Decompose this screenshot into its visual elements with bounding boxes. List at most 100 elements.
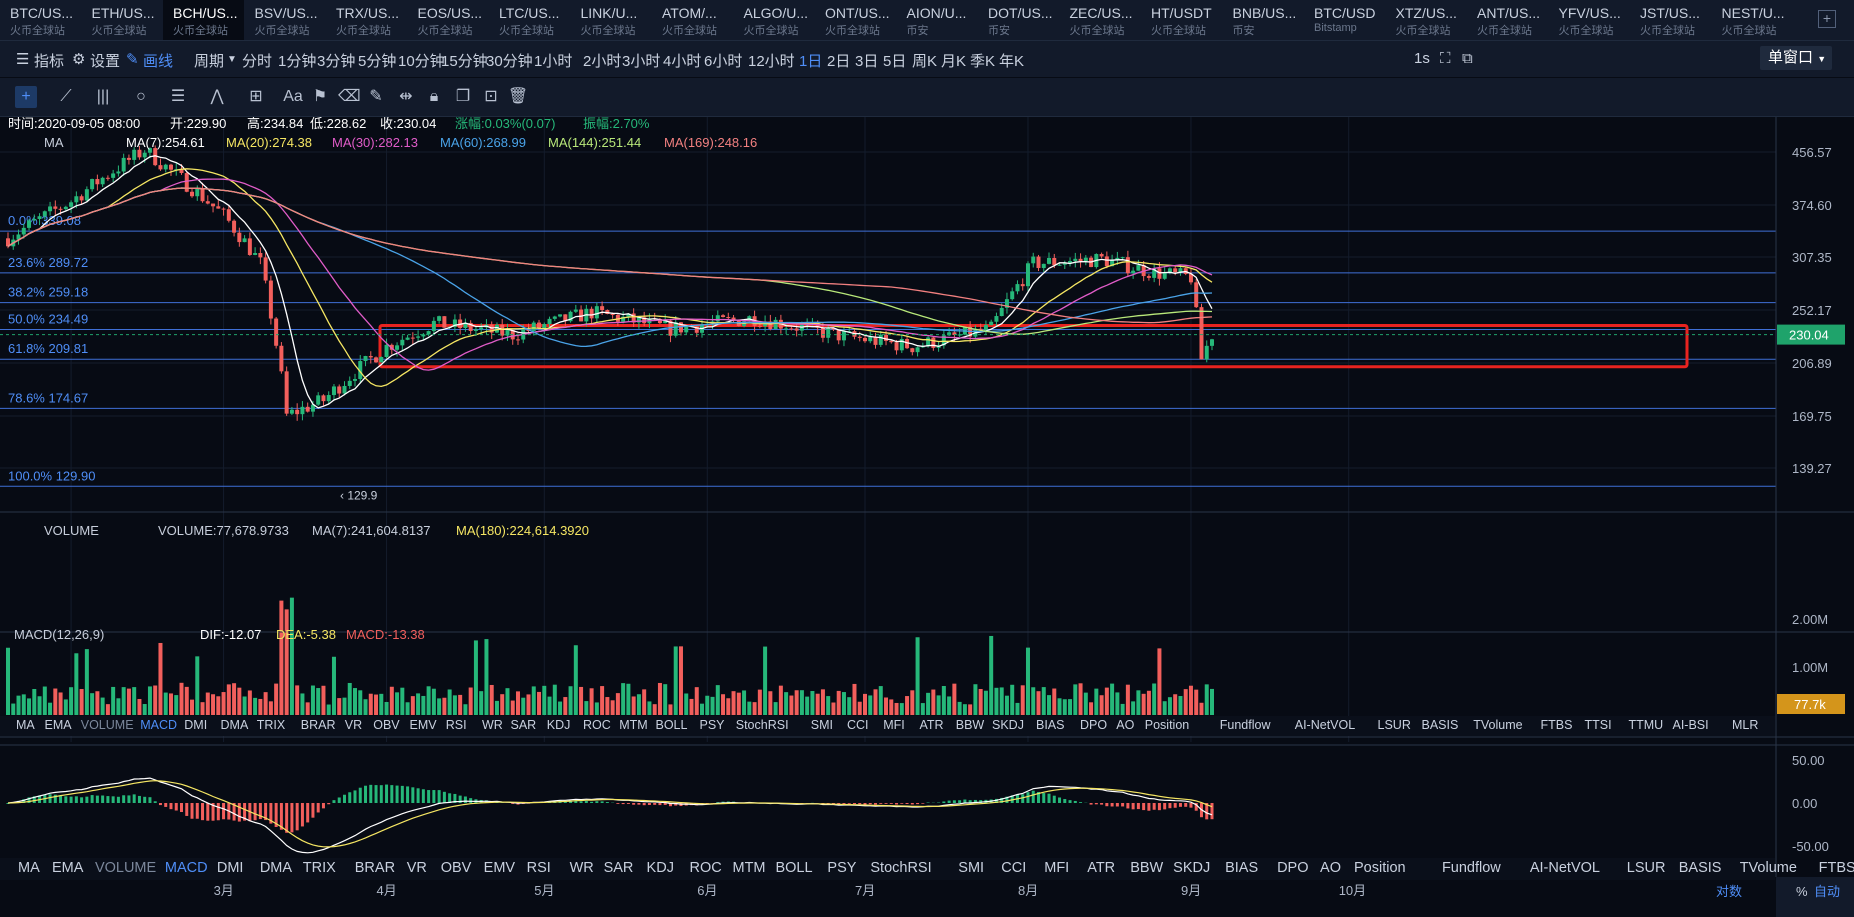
price-chart[interactable]: 0.0% 339.0823.6% 289.7238.2% 259.1850.0%… bbox=[0, 117, 1854, 917]
period-option[interactable]: 2日 bbox=[827, 50, 850, 71]
indicator-option[interactable]: DMI bbox=[184, 718, 207, 732]
screenshot-icon[interactable]: ⧉ bbox=[1462, 50, 1473, 67]
indicator-button[interactable]: 指标 bbox=[34, 50, 64, 71]
period-option[interactable]: 15分钟 bbox=[441, 50, 488, 71]
symbol-tab[interactable]: LINK/U... 火币全球站 bbox=[571, 0, 652, 40]
indicator-option[interactable]: DMA bbox=[260, 860, 292, 876]
indicator-option[interactable]: MA bbox=[16, 718, 35, 732]
parallel-icon[interactable]: ||| bbox=[92, 86, 114, 108]
period-option[interactable]: 10分钟 bbox=[398, 50, 445, 71]
chevron-down-icon[interactable]: ▼ bbox=[227, 54, 237, 65]
magnet-icon[interactable]: ⊡ bbox=[480, 86, 502, 108]
symbol-tab[interactable]: BSV/US... 火币全球站 bbox=[245, 0, 326, 40]
circle-icon[interactable]: ○ bbox=[130, 86, 152, 108]
indicator-option[interactable]: EMV bbox=[410, 718, 437, 732]
period-option[interactable]: 6小时 bbox=[704, 50, 742, 71]
settings-icon[interactable]: ⚙ bbox=[72, 50, 85, 68]
period-option[interactable]: 1小时 bbox=[534, 50, 572, 71]
period-option[interactable]: 3日 bbox=[855, 50, 878, 71]
fib-icon[interactable]: ☰ bbox=[167, 86, 189, 108]
pencil-icon[interactable]: ✎ bbox=[126, 50, 139, 68]
window-mode-select[interactable]: 单窗口 ▼ bbox=[1760, 46, 1832, 70]
settings-button[interactable]: 设置 bbox=[90, 50, 120, 71]
indicator-option[interactable]: MA bbox=[18, 860, 40, 876]
symbol-tab[interactable]: NEST/U... 火币全球站 bbox=[1712, 0, 1793, 40]
indicator-option[interactable]: TVolume bbox=[1473, 718, 1522, 732]
indicator-option[interactable]: ATR bbox=[920, 718, 944, 732]
indicator-option[interactable]: MFI bbox=[883, 718, 905, 732]
period-option[interactable]: 3小时 bbox=[622, 50, 660, 71]
indicator-option[interactable]: Fundflow bbox=[1442, 860, 1501, 876]
indicator-option[interactable]: DPO bbox=[1277, 860, 1308, 876]
indicator-option[interactable]: KDJ bbox=[647, 860, 674, 876]
indicator-option[interactable]: TRIX bbox=[303, 860, 336, 876]
indicator-option[interactable]: VOLUME bbox=[81, 718, 134, 732]
symbol-tab[interactable]: BTC/USD Bitstamp bbox=[1304, 0, 1385, 40]
refresh-interval[interactable]: 1s bbox=[1414, 50, 1430, 67]
indicator-option[interactable]: MTM bbox=[732, 860, 765, 876]
indicator-option[interactable]: PSY bbox=[700, 718, 725, 732]
period-option[interactable]: 2小时 bbox=[583, 50, 621, 71]
indicator-option[interactable]: DMI bbox=[217, 860, 244, 876]
period-label[interactable]: 周期 bbox=[194, 50, 224, 71]
indicator-option[interactable]: TRIX bbox=[257, 718, 285, 732]
indicator-option[interactable]: AO bbox=[1320, 860, 1341, 876]
indicator-option[interactable]: KDJ bbox=[547, 718, 571, 732]
indicator-option[interactable]: VR bbox=[345, 718, 362, 732]
draw-button[interactable]: 画线 bbox=[143, 50, 173, 71]
indicator-option[interactable]: OBV bbox=[441, 860, 472, 876]
text-icon[interactable]: Aa bbox=[282, 86, 304, 108]
symbol-tab[interactable]: EOS/US... 火币全球站 bbox=[408, 0, 489, 40]
add-tab-icon[interactable]: + bbox=[1818, 10, 1836, 28]
indicator-option[interactable]: OBV bbox=[373, 718, 399, 732]
period-option[interactable]: 3分钟 bbox=[317, 50, 355, 71]
brush-icon[interactable]: ✎ bbox=[365, 86, 387, 108]
eraser-icon[interactable]: ⌫ bbox=[338, 86, 361, 108]
indicator-option[interactable]: EMV bbox=[484, 860, 515, 876]
indicator-option[interactable]: SMI bbox=[958, 860, 984, 876]
indicator-option[interactable]: AI-NetVOL bbox=[1530, 860, 1600, 876]
indicator-option[interactable]: BIAS bbox=[1225, 860, 1258, 876]
indicator-option[interactable]: RSI bbox=[527, 860, 551, 876]
indicator-option[interactable]: AO bbox=[1116, 718, 1134, 732]
indicator-option[interactable]: AI-BSI bbox=[1673, 718, 1709, 732]
period-option[interactable]: 季K bbox=[970, 50, 995, 71]
indicator-option[interactable]: BIAS bbox=[1036, 718, 1065, 732]
indicator-option[interactable]: MACD bbox=[140, 718, 177, 732]
indicator-option[interactable]: EMA bbox=[52, 860, 83, 876]
indicator-option[interactable]: MFI bbox=[1044, 860, 1069, 876]
indicator-option[interactable]: ROC bbox=[583, 718, 611, 732]
indicator-option[interactable]: WR bbox=[482, 718, 503, 732]
indicator-option[interactable]: AI-NetVOL bbox=[1295, 718, 1355, 732]
indicator-option[interactable]: StochRSI bbox=[870, 860, 931, 876]
ruler-icon[interactable]: ⇹ bbox=[395, 86, 417, 108]
symbol-tab[interactable]: BNB/US... 币安 bbox=[1223, 0, 1304, 40]
indicator-option[interactable]: VOLUME bbox=[95, 860, 156, 876]
symbol-tab[interactable]: BTC/US... 火币全球站 bbox=[0, 0, 81, 40]
period-option[interactable]: 4小时 bbox=[663, 50, 701, 71]
indicator-option[interactable]: BBW bbox=[1130, 860, 1163, 876]
indicator-option[interactable]: SKDJ bbox=[992, 718, 1024, 732]
symbol-tab[interactable]: ALGO/U... 火币全球站 bbox=[734, 0, 815, 40]
symbol-tab[interactable]: HT/USDT 火币全球站 bbox=[1141, 0, 1222, 40]
indicator-option[interactable]: MTM bbox=[619, 718, 647, 732]
indicator-option[interactable]: FTBS bbox=[1819, 860, 1854, 876]
indicator-option[interactable]: StochRSI bbox=[736, 718, 789, 732]
period-option[interactable]: 月K bbox=[941, 50, 966, 71]
period-option[interactable]: 分时 bbox=[242, 50, 272, 71]
symbol-tab[interactable]: ANT/US... 火币全球站 bbox=[1467, 0, 1548, 40]
lock-icon[interactable]: 🔒︎ bbox=[423, 86, 445, 108]
period-option[interactable]: 12小时 bbox=[748, 50, 795, 71]
indicator-option[interactable]: BASIS bbox=[1679, 860, 1722, 876]
indicator-option[interactable]: Fundflow bbox=[1220, 718, 1271, 732]
indicator-option[interactable]: EMA bbox=[45, 718, 72, 732]
period-option[interactable]: 30分钟 bbox=[486, 50, 533, 71]
indicator-option[interactable]: CCI bbox=[1001, 860, 1026, 876]
indicator-option[interactable]: FTBS bbox=[1541, 718, 1573, 732]
symbol-tab[interactable]: BCH/US... 火币全球站 bbox=[163, 0, 244, 40]
indicator-option[interactable]: BOLL bbox=[775, 860, 812, 876]
period-option[interactable]: 5分钟 bbox=[358, 50, 396, 71]
indicator-option[interactable]: BRAR bbox=[301, 718, 336, 732]
indicator-icon[interactable]: ☰ bbox=[16, 50, 29, 68]
symbol-tab[interactable]: ETH/US... 火币全球站 bbox=[82, 0, 163, 40]
